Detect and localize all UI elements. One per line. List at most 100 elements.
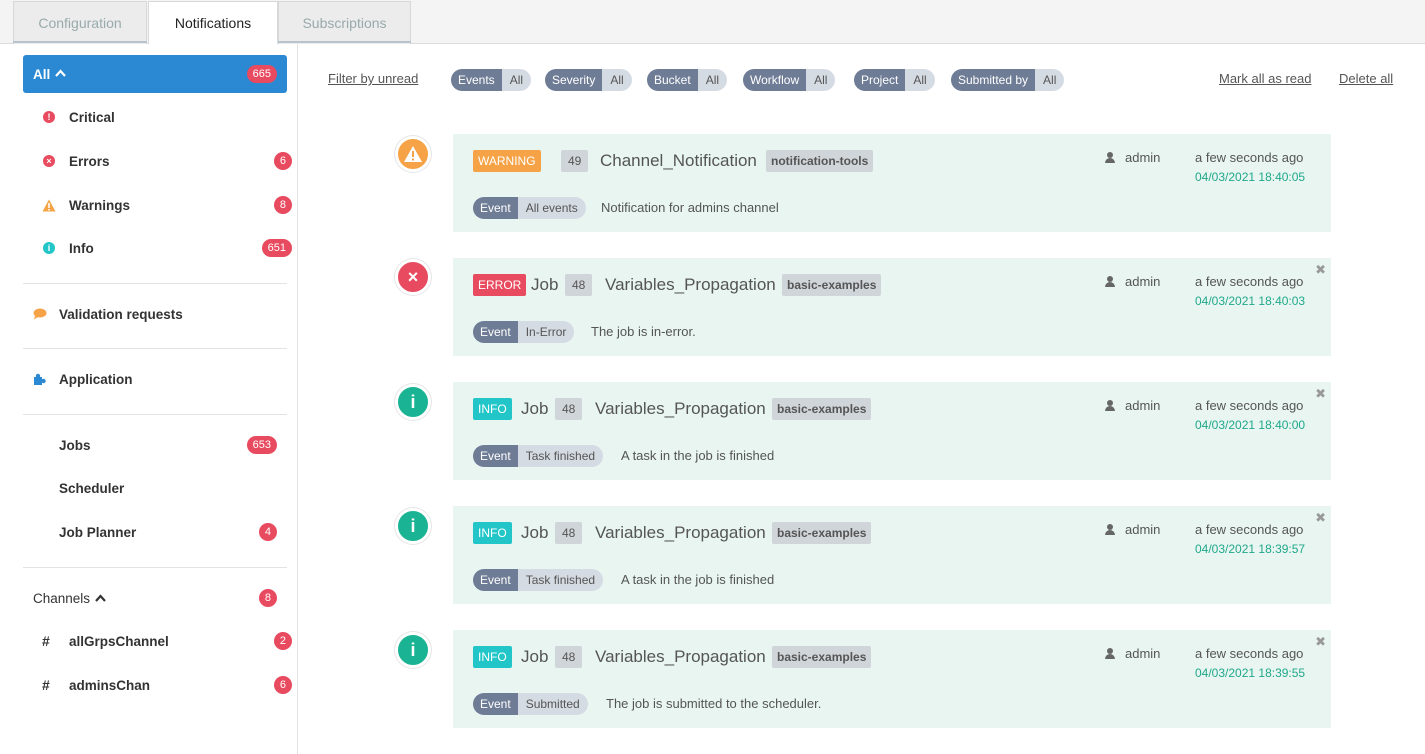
delete-all-link[interactable]: Delete all [1339, 71, 1393, 86]
sidebar-item-scheduler[interactable]: Scheduler [23, 469, 287, 507]
severity-badge: INFO [473, 522, 512, 544]
notification-title: Variables_Propagation [595, 399, 766, 418]
filter-events[interactable]: Events All [451, 69, 532, 91]
sidebar-item-label: Critical [69, 109, 115, 125]
timestamp: 04/03/2021 18:39:55 [1195, 666, 1306, 680]
notification-card[interactable]: INFO Job 48 Variables_Propagation basic-… [453, 506, 1331, 604]
event-value: Submitted [517, 693, 588, 715]
hash-icon: # [42, 633, 50, 649]
tab-notifications[interactable]: Notifications [148, 1, 278, 45]
sidebar-item-application[interactable]: Application [23, 360, 287, 398]
tab-bar: Configuration Notifications Subscription… [0, 0, 1425, 45]
times-circle-icon: × [43, 155, 55, 167]
sidebar-item-label: Jobs [59, 437, 91, 453]
filter-by-unread-link[interactable]: Filter by unread [328, 71, 418, 86]
event-chip: Event Task finished [473, 445, 604, 467]
info-icon: i [395, 632, 431, 668]
close-icon[interactable]: ✖ [1315, 262, 1326, 278]
notification-title: Channel_Notification [600, 151, 757, 170]
event-key: Event [473, 445, 518, 467]
notification-card[interactable]: ERROR Job 48 Variables_Propagation basic… [453, 258, 1331, 356]
filter-submitted-by[interactable]: Submitted by All [951, 69, 1065, 91]
bucket-tag: basic-examples [772, 522, 872, 544]
sidebar-item-job-planner[interactable]: Job Planner 4 [23, 513, 287, 551]
user-name: admin [1125, 150, 1161, 165]
mark-all-read-link[interactable]: Mark all as read [1219, 71, 1311, 86]
sidebar-item-critical[interactable]: ! Critical [23, 98, 287, 136]
event-chip: Event Submitted [473, 693, 588, 715]
notification-title: Variables_Propagation [605, 275, 776, 294]
divider [23, 567, 287, 568]
sidebar-item-channels[interactable]: Channels 8 [23, 579, 287, 617]
sidebar-item-label: Channels [33, 590, 91, 606]
filter-project[interactable]: Project All [854, 69, 935, 91]
sidebar-item-all[interactable]: All 665 [23, 55, 287, 93]
bucket-tag: notification-tools [766, 150, 874, 172]
notification-card[interactable]: INFO Job 48 Variables_Propagation basic-… [453, 382, 1331, 480]
count-badge: 6 [273, 676, 292, 694]
event-value: All events [517, 197, 586, 219]
sidebar-item-label: allGrpsChannel [69, 633, 169, 649]
sidebar-item-allgrpschannel[interactable]: # allGrpsChannel 2 [23, 622, 292, 660]
sidebar-item-errors[interactable]: × Errors 6 [23, 142, 292, 180]
sidebar-item-jobs[interactable]: Jobs 653 [23, 426, 287, 464]
notification-id: 48 [555, 522, 583, 544]
severity-badge: INFO [473, 398, 512, 420]
tab-configuration[interactable]: Configuration [13, 1, 147, 44]
chevron-up-icon [95, 594, 106, 602]
user-name: admin [1125, 522, 1161, 537]
notification-message: The job is in-error. [591, 324, 696, 339]
event-chip: Event All events [473, 197, 586, 219]
sidebar-item-label: Application [59, 371, 133, 387]
sidebar-item-label: Warnings [69, 197, 131, 213]
filter-value: All [501, 69, 532, 91]
notification-message: A task in the job is finished [621, 448, 775, 463]
severity-badge: ERROR [473, 274, 527, 296]
info-icon: i [395, 508, 431, 544]
close-icon[interactable]: ✖ [1315, 510, 1326, 526]
chevron-up-icon [55, 69, 66, 77]
hash-icon: # [42, 677, 50, 693]
relative-time: a few seconds ago [1195, 646, 1304, 661]
notification-card[interactable]: INFO Job 48 Variables_Propagation basic-… [453, 630, 1331, 728]
user-icon [1105, 152, 1115, 163]
filter-bucket[interactable]: Bucket All [647, 69, 728, 91]
count-badge: 653 [246, 436, 277, 454]
close-icon[interactable]: ✖ [1315, 634, 1326, 650]
bucket-tag: basic-examples [782, 274, 882, 296]
severity-badge: INFO [473, 646, 512, 668]
bucket-tag: basic-examples [772, 646, 872, 668]
warning-icon [395, 136, 431, 172]
timestamp: 04/03/2021 18:40:03 [1195, 294, 1306, 308]
close-icon[interactable]: ✖ [1315, 386, 1326, 402]
notification-message: A task in the job is finished [621, 572, 775, 587]
divider [23, 414, 287, 415]
divider [23, 348, 287, 349]
sidebar-item-warnings[interactable]: Warnings 8 [23, 186, 292, 224]
relative-time: a few seconds ago [1195, 398, 1304, 413]
sidebar-item-adminschan[interactable]: # adminsChan 6 [23, 666, 292, 704]
notification-kind: Job [521, 647, 549, 666]
notification-title: Variables_Propagation [595, 523, 766, 542]
user-icon [1105, 524, 1115, 535]
count-badge: 4 [258, 523, 277, 541]
tab-subscriptions[interactable]: Subscriptions [278, 1, 411, 44]
filter-workflow[interactable]: Workflow All [743, 69, 836, 91]
sidebar-item-label: adminsChan [69, 677, 151, 693]
user-info: admin [1105, 522, 1160, 537]
user-name: admin [1125, 274, 1161, 289]
warning-triangle-icon [42, 199, 56, 211]
filter-severity[interactable]: Severity All [545, 69, 632, 91]
event-chip: Event In-Error [473, 321, 575, 343]
notification-id: 48 [555, 398, 583, 420]
event-key: Event [473, 197, 518, 219]
sidebar-item-validation-requests[interactable]: Validation requests [23, 295, 287, 333]
sidebar-item-info[interactable]: i Info 651 [23, 229, 292, 267]
event-value: Task finished [517, 445, 604, 467]
event-value: In-Error [517, 321, 575, 343]
notification-card[interactable]: WARNING 49 Channel_Notification notifica… [453, 134, 1331, 232]
sidebar-item-label: Scheduler [59, 480, 125, 496]
count-badge: 8 [258, 589, 277, 607]
sidebar: All 665 ! Critical × Errors 6 Warnings 8… [0, 44, 298, 754]
user-info: admin [1105, 150, 1160, 165]
